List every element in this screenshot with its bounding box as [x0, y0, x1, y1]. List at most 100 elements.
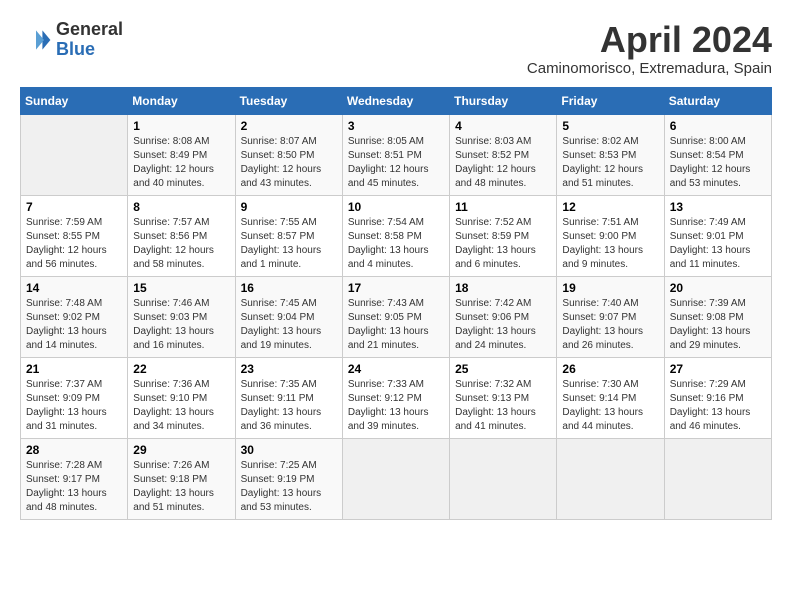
- logo: General Blue: [20, 20, 123, 60]
- calendar-cell: 26 Sunrise: 7:30 AMSunset: 9:14 PMDayligh…: [557, 357, 664, 438]
- daylight-text: Daylight: 13 hours and 36 minutes.: [241, 406, 337, 434]
- calendar-cell: 21Sunrise: 7:37 AMSunset: 9:09 PMDayligh…: [21, 357, 128, 438]
- daylight-text: Daylight: 13 hours and 48 minutes.: [26, 487, 122, 515]
- day-number: 24: [348, 362, 444, 376]
- sunrise-text: Sunrise: 7:52 AM: [455, 216, 551, 230]
- daylight-text: Daylight: 12 hours and 56 minutes.: [26, 244, 122, 272]
- day-info: Sunrise: 8:02 AMSunset: 8:53 PMDaylight:…: [562, 135, 658, 191]
- calendar-cell: 23Sunrise: 7:35 AMSunset: 9:11 PMDayligh…: [235, 357, 342, 438]
- sunset-text: Sunset: 8:55 PM: [26, 230, 122, 244]
- weekday-header: Friday: [557, 87, 664, 114]
- sunrise-text: Sunrise: 7:59 AM: [26, 216, 122, 230]
- sunrise-text: Sunrise: 7:33 AM: [348, 378, 444, 392]
- calendar-cell: 7Sunrise: 7:59 AMSunset: 8:55 PMDaylight…: [21, 195, 128, 276]
- daylight-text: Daylight: 13 hours and 1 minute.: [241, 244, 337, 272]
- calendar-cell: 27 Sunrise: 7:29 AMSunset: 9:16 PMDayligh…: [664, 357, 771, 438]
- calendar-week-row: 14Sunrise: 7:48 AMSunset: 9:02 PMDayligh…: [21, 276, 772, 357]
- calendar-cell: [557, 438, 664, 519]
- daylight-text: Daylight: 13 hours and 41 minutes.: [455, 406, 551, 434]
- calendar-cell: 30Sunrise: 7:25 AMSunset: 9:19 PMDayligh…: [235, 438, 342, 519]
- day-info: Sunrise: 7:52 AMSunset: 8:59 PMDaylight:…: [455, 216, 551, 272]
- sunrise-text: Sunrise: 7:36 AM: [133, 378, 229, 392]
- daylight-text: Daylight: 13 hours and 11 minutes.: [670, 244, 766, 272]
- page-header: General Blue April 2024 Caminomorisco, E…: [20, 20, 772, 77]
- day-info: Sunrise: 7:57 AMSunset: 8:56 PMDaylight:…: [133, 216, 229, 272]
- calendar-cell: 1 Sunrise: 8:08 AMSunset: 8:49 PMDaylight…: [128, 114, 235, 195]
- sunset-text: Sunset: 9:02 PM: [26, 311, 122, 325]
- daylight-text: Daylight: 13 hours and 51 minutes.: [133, 487, 229, 515]
- calendar-cell: 16Sunrise: 7:45 AMSunset: 9:04 PMDayligh…: [235, 276, 342, 357]
- sunrise-text: Sunrise: 7:29 AM: [670, 378, 766, 392]
- day-info: Sunrise: 8:08 AMSunset: 8:49 PMDaylight:…: [133, 135, 229, 191]
- weekday-header: Tuesday: [235, 87, 342, 114]
- day-number: 25: [455, 362, 551, 376]
- calendar-week-row: 28Sunrise: 7:28 AMSunset: 9:17 PMDayligh…: [21, 438, 772, 519]
- sunrise-text: Sunrise: 8:03 AM: [455, 135, 551, 149]
- weekday-header: Monday: [128, 87, 235, 114]
- day-number: 26: [562, 362, 658, 376]
- day-number: 6: [670, 119, 766, 133]
- day-number: 1: [133, 119, 229, 133]
- day-number: 18: [455, 281, 551, 295]
- sunrise-text: Sunrise: 7:40 AM: [562, 297, 658, 311]
- day-info: Sunrise: 7:30 AMSunset: 9:14 PMDaylight:…: [562, 378, 658, 434]
- sunset-text: Sunset: 9:00 PM: [562, 230, 658, 244]
- daylight-text: Daylight: 12 hours and 53 minutes.: [670, 163, 766, 191]
- sunset-text: Sunset: 9:16 PM: [670, 392, 766, 406]
- sunset-text: Sunset: 8:53 PM: [562, 149, 658, 163]
- sunset-text: Sunset: 9:12 PM: [348, 392, 444, 406]
- day-info: Sunrise: 7:32 AMSunset: 9:13 PMDaylight:…: [455, 378, 551, 434]
- day-number: 3: [348, 119, 444, 133]
- sunset-text: Sunset: 9:01 PM: [670, 230, 766, 244]
- day-number: 11: [455, 200, 551, 214]
- calendar-cell: 22Sunrise: 7:36 AMSunset: 9:10 PMDayligh…: [128, 357, 235, 438]
- calendar-cell: 10Sunrise: 7:54 AMSunset: 8:58 PMDayligh…: [342, 195, 449, 276]
- sunrise-text: Sunrise: 7:51 AM: [562, 216, 658, 230]
- daylight-text: Daylight: 13 hours and 44 minutes.: [562, 406, 658, 434]
- calendar-cell: 8Sunrise: 7:57 AMSunset: 8:56 PMDaylight…: [128, 195, 235, 276]
- day-info: Sunrise: 7:40 AMSunset: 9:07 PMDaylight:…: [562, 297, 658, 353]
- sunset-text: Sunset: 8:56 PM: [133, 230, 229, 244]
- sunset-text: Sunset: 8:57 PM: [241, 230, 337, 244]
- daylight-text: Daylight: 13 hours and 9 minutes.: [562, 244, 658, 272]
- sunrise-text: Sunrise: 8:02 AM: [562, 135, 658, 149]
- day-info: Sunrise: 7:49 AMSunset: 9:01 PMDaylight:…: [670, 216, 766, 272]
- day-info: Sunrise: 7:33 AMSunset: 9:12 PMDaylight:…: [348, 378, 444, 434]
- day-number: 12: [562, 200, 658, 214]
- calendar-table: SundayMondayTuesdayWednesdayThursdayFrid…: [20, 87, 772, 520]
- day-number: 30: [241, 443, 337, 457]
- day-info: Sunrise: 7:59 AMSunset: 8:55 PMDaylight:…: [26, 216, 122, 272]
- day-info: Sunrise: 8:07 AMSunset: 8:50 PMDaylight:…: [241, 135, 337, 191]
- calendar-cell: 9Sunrise: 7:55 AMSunset: 8:57 PMDaylight…: [235, 195, 342, 276]
- calendar-cell: [21, 114, 128, 195]
- month-title: April 2024: [527, 20, 772, 60]
- daylight-text: Daylight: 12 hours and 48 minutes.: [455, 163, 551, 191]
- sunset-text: Sunset: 9:06 PM: [455, 311, 551, 325]
- sunset-text: Sunset: 9:03 PM: [133, 311, 229, 325]
- logo-blue-text: Blue: [56, 39, 95, 59]
- sunset-text: Sunset: 9:17 PM: [26, 473, 122, 487]
- sunset-text: Sunset: 9:04 PM: [241, 311, 337, 325]
- day-number: 27: [670, 362, 766, 376]
- calendar-cell: 28Sunrise: 7:28 AMSunset: 9:17 PMDayligh…: [21, 438, 128, 519]
- calendar-cell: 6 Sunrise: 8:00 AMSunset: 8:54 PMDaylight…: [664, 114, 771, 195]
- day-info: Sunrise: 7:54 AMSunset: 8:58 PMDaylight:…: [348, 216, 444, 272]
- sunrise-text: Sunrise: 7:35 AM: [241, 378, 337, 392]
- daylight-text: Daylight: 13 hours and 4 minutes.: [348, 244, 444, 272]
- day-info: Sunrise: 8:00 AMSunset: 8:54 PMDaylight:…: [670, 135, 766, 191]
- weekday-header: Sunday: [21, 87, 128, 114]
- day-info: Sunrise: 7:36 AMSunset: 9:10 PMDaylight:…: [133, 378, 229, 434]
- calendar-cell: 11 Sunrise: 7:52 AMSunset: 8:59 PMDayligh…: [450, 195, 557, 276]
- daylight-text: Daylight: 13 hours and 46 minutes.: [670, 406, 766, 434]
- day-info: Sunrise: 7:42 AMSunset: 9:06 PMDaylight:…: [455, 297, 551, 353]
- daylight-text: Daylight: 13 hours and 31 minutes.: [26, 406, 122, 434]
- sunrise-text: Sunrise: 7:25 AM: [241, 459, 337, 473]
- calendar-cell: [342, 438, 449, 519]
- sunrise-text: Sunrise: 7:28 AM: [26, 459, 122, 473]
- sunrise-text: Sunrise: 8:00 AM: [670, 135, 766, 149]
- sunset-text: Sunset: 9:11 PM: [241, 392, 337, 406]
- sunrise-text: Sunrise: 7:49 AM: [670, 216, 766, 230]
- daylight-text: Daylight: 12 hours and 45 minutes.: [348, 163, 444, 191]
- calendar-week-row: 7Sunrise: 7:59 AMSunset: 8:55 PMDaylight…: [21, 195, 772, 276]
- sunrise-text: Sunrise: 7:46 AM: [133, 297, 229, 311]
